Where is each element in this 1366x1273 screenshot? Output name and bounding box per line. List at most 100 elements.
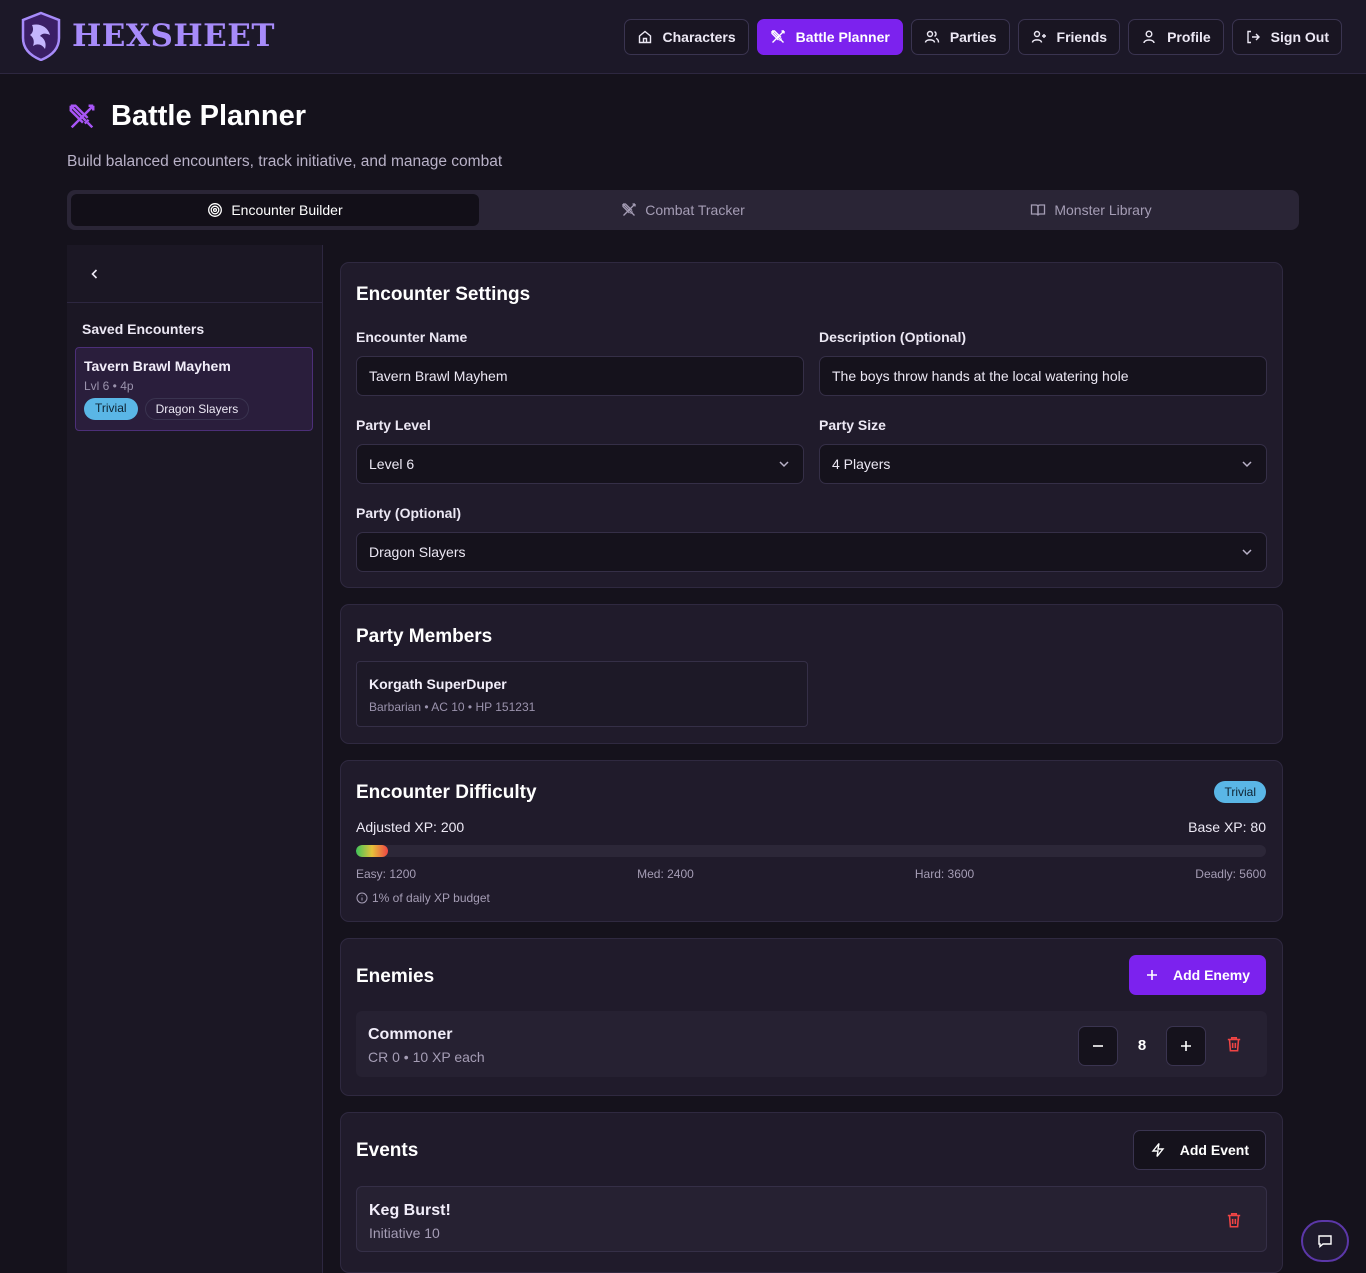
event-meta: Initiative 10 [369,1225,440,1241]
tab-monster-library[interactable]: Monster Library [887,194,1295,226]
base-xp: Base XP: 80 [1188,819,1266,835]
input-value: The boys throw hands at the local wateri… [832,368,1129,384]
member-meta: Barbarian • AC 10 • HP 151231 [369,700,536,714]
chevron-left-icon[interactable] [89,268,101,280]
xp-progress-bar [356,845,1266,857]
page-title: Battle Planner [67,100,306,133]
select-value: Dragon Slayers [369,544,466,560]
xp-row: Adjusted XP: 200 Base XP: 80 [356,819,1266,835]
difficulty-badge: Trivial [1214,781,1266,803]
threshold-medium: Med: 2400 [637,867,694,881]
swords-icon [69,104,95,128]
threshold-hard: Hard: 3600 [914,867,975,881]
xp-budget-note: 1% of daily XP budget [356,891,490,905]
increase-count-button[interactable] [1166,1026,1206,1066]
party-size-select[interactable]: 4 Players [819,444,1267,484]
main-nav: Characters Battle Planner Parties Friend… [623,19,1342,55]
event-name: Keg Burst! [369,1202,451,1219]
threshold-deadly: Deadly: 5600 [1195,867,1266,881]
field-label: Encounter Name [356,329,468,345]
nav-profile-label: Profile [1167,29,1211,45]
panel-title: Enemies [356,966,435,987]
saved-encounters-heading: Saved Encounters [82,321,205,337]
panel-title: Encounter Difficulty [356,782,537,803]
member-name: Korgath SuperDuper [369,676,507,692]
sidebar-header [67,245,322,303]
plus-icon [1181,1041,1191,1051]
party-member-card[interactable]: Korgath SuperDuper Barbarian • AC 10 • H… [356,661,808,727]
add-enemy-label: Add Enemy [1172,967,1250,983]
trash-icon[interactable] [1225,1211,1243,1229]
nav-friends[interactable]: Friends [1017,19,1121,55]
encounter-meta: Lvl 6 • 4p [84,379,134,393]
add-event-button[interactable]: Add Event [1132,1130,1266,1170]
enemy-row: Commoner CR 0 • 10 XP each 8 [356,1011,1267,1077]
log-out-icon [1246,30,1260,44]
field-label: Party Size [819,417,886,433]
budget-note-text: 1% of daily XP budget [372,891,490,905]
nav-characters[interactable]: Characters [623,19,749,55]
panel-title: Events [356,1140,419,1161]
party-members-panel: Party Members Korgath SuperDuper Barbari… [340,604,1283,744]
nav-sign-out-label: Sign Out [1270,29,1329,45]
add-enemy-button[interactable]: Add Enemy [1128,955,1266,995]
nav-battle-planner-label: Battle Planner [795,29,890,45]
panel-title: Party Members [356,626,493,647]
app-logo[interactable]: HEXSHEET [20,11,275,61]
enemy-name: Commoner [368,1026,453,1043]
book-open-icon [1031,204,1046,216]
zap-icon [1151,1143,1165,1157]
decrease-count-button[interactable] [1078,1026,1118,1066]
encounter-difficulty-panel: Encounter Difficulty Trivial Adjusted XP… [340,760,1283,922]
nav-parties[interactable]: Parties [910,19,1010,55]
minus-icon [1093,1045,1103,1047]
adjusted-xp: Adjusted XP: 200 [356,819,465,835]
saved-encounters-sidebar: Saved Encounters Tavern Brawl Mayhem Lvl… [67,245,323,1273]
tab-combat-tracker[interactable]: Combat Tracker [479,194,887,226]
user-plus-icon [1031,30,1046,43]
users-icon [924,30,940,43]
encounter-tags: Trivial Dragon Slayers [84,398,304,420]
swords-icon [770,30,785,43]
app-name: HEXSHEET [72,18,275,54]
page-heading: Battle Planner [111,100,306,132]
xp-thresholds: Easy: 1200 Med: 2400 Hard: 3600 Deadly: … [356,867,1266,881]
info-icon [356,892,368,904]
plus-icon [1146,970,1157,980]
planner-tabs: Encounter Builder Combat Tracker Monster… [67,190,1299,230]
party-level-select[interactable]: Level 6 [356,444,804,484]
tab-encounter-builder[interactable]: Encounter Builder [71,194,479,226]
xp-progress-fill [356,845,388,857]
field-label: Description (Optional) [819,329,966,345]
encounter-name-input[interactable]: Tavern Brawl Mayhem [356,356,804,396]
page-subtitle: Build balanced encounters, track initiat… [67,153,503,170]
party-select[interactable]: Dragon Slayers [356,532,1267,572]
field-label: Party (Optional) [356,505,462,521]
swords-icon [622,203,636,216]
input-value: Tavern Brawl Mayhem [369,368,508,384]
nav-profile[interactable]: Profile [1128,19,1224,55]
enemy-meta: CR 0 • 10 XP each [368,1049,485,1065]
nav-battle-planner[interactable]: Battle Planner [756,19,903,55]
chat-button[interactable] [1301,1220,1349,1262]
logo-icon [21,11,61,61]
encounter-name: Tavern Brawl Mayhem [84,358,231,374]
tab-label: Encounter Builder [231,202,343,218]
nav-characters-label: Characters [662,29,736,45]
user-icon [1143,30,1155,44]
nav-friends-label: Friends [1056,29,1108,45]
chevron-down-icon [1242,461,1252,468]
saved-encounter-card[interactable]: Tavern Brawl Mayhem Lvl 6 • 4p Trivial D… [75,347,313,431]
message-icon [1318,1235,1332,1248]
chevron-down-icon [1242,549,1252,556]
threshold-easy: Easy: 1200 [356,867,417,881]
enemy-count: 8 [1137,1037,1147,1054]
tab-label: Combat Tracker [645,202,745,218]
description-input[interactable]: The boys throw hands at the local wateri… [819,356,1267,396]
trash-icon[interactable] [1225,1035,1243,1053]
nav-parties-label: Parties [949,29,997,45]
events-panel: Events Add Event Keg Burst! Initiative 1… [340,1112,1283,1273]
home-icon [638,30,651,44]
nav-sign-out[interactable]: Sign Out [1231,19,1342,55]
difficulty-badge: Trivial [84,398,138,420]
